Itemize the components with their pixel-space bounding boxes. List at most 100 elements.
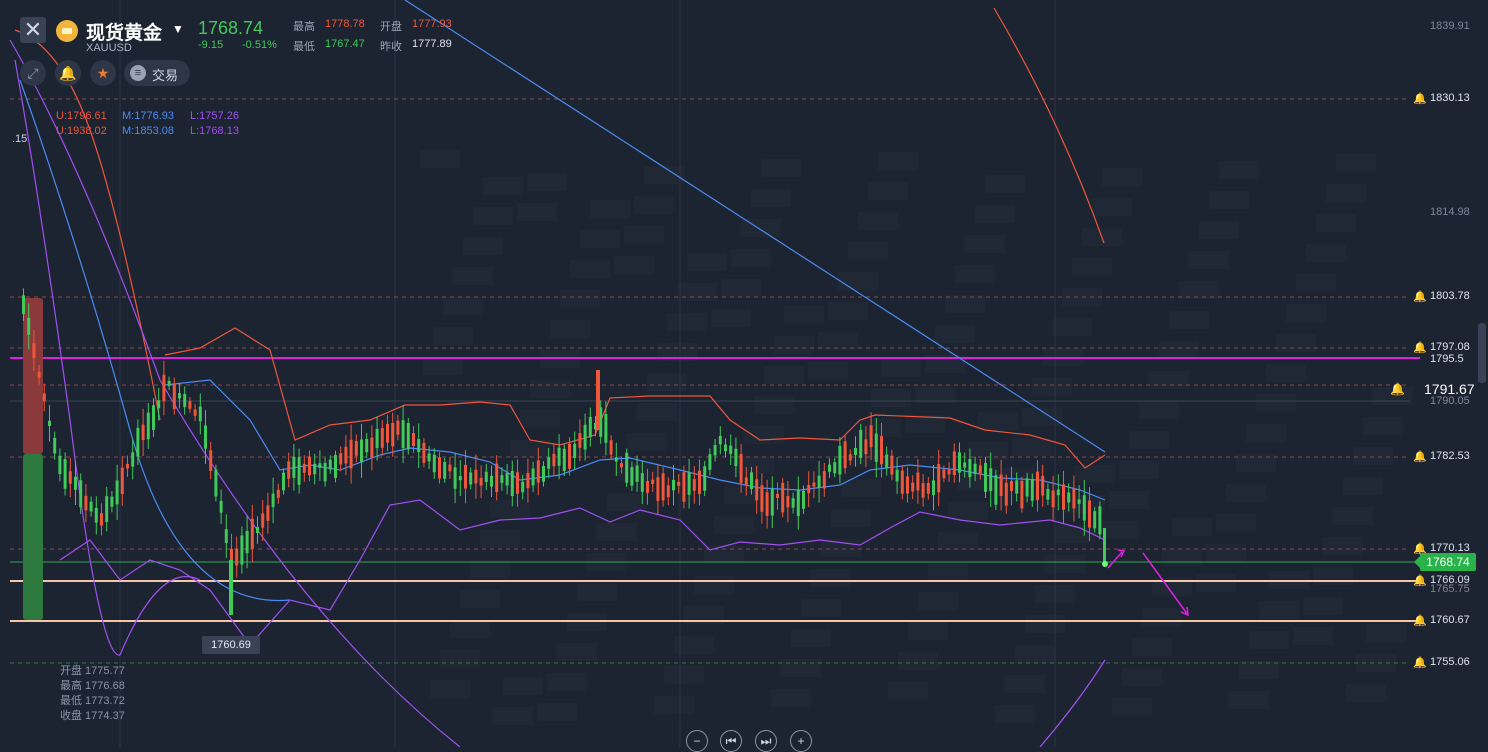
alert-bell-icon[interactable]: 🔔 <box>1413 342 1427 354</box>
caret-down-icon[interactable]: ▼ <box>172 22 184 36</box>
expand-icon[interactable]: ⤢ <box>20 60 46 86</box>
map-texture <box>440 650 480 668</box>
alert-bell-icon[interactable]: 🔔 <box>1413 291 1427 303</box>
ohlc-high: 最高 1776.68 <box>60 680 125 692</box>
candle-body <box>126 463 129 469</box>
candle-body <box>188 401 192 409</box>
candle-body <box>874 433 878 462</box>
candle-body <box>869 425 873 448</box>
trade-button[interactable]: ≡ 交易 <box>124 60 190 86</box>
candle-body <box>588 416 592 438</box>
candle-body <box>79 480 83 508</box>
map-texture <box>1072 258 1112 276</box>
candle-body <box>781 482 785 513</box>
map-texture <box>771 689 811 707</box>
candle-body <box>968 458 972 478</box>
alert-bell-icon[interactable]: 🔔 <box>1413 451 1427 463</box>
map-texture <box>868 182 908 200</box>
map-texture <box>1189 251 1229 269</box>
candle-body <box>547 457 551 469</box>
map-texture <box>607 493 647 511</box>
low-value: 1767.47 <box>325 38 365 50</box>
map-texture <box>955 265 995 283</box>
zoom-out-button[interactable]: − <box>686 730 708 752</box>
candle-body <box>1046 488 1050 500</box>
candle-body <box>536 460 540 483</box>
map-texture <box>1142 608 1182 626</box>
map-texture <box>654 696 694 714</box>
candle-body <box>240 535 244 565</box>
candle-body <box>687 472 691 495</box>
candle-body <box>131 452 135 467</box>
close-icon[interactable]: ✕ <box>20 17 46 43</box>
indicator-lower-2: L:1768.13 <box>190 125 239 137</box>
map-texture <box>1025 615 1065 633</box>
candle-body <box>167 380 171 386</box>
candle-body <box>713 444 717 456</box>
candle-body <box>796 490 800 517</box>
candle-body <box>760 485 764 512</box>
candle-body <box>984 462 987 492</box>
map-texture <box>430 680 470 698</box>
price-axis-label: 1839.91 <box>1430 20 1470 32</box>
map-texture <box>537 703 577 721</box>
alert-bell-icon[interactable]: 🔔 <box>1413 93 1427 105</box>
map-texture <box>450 620 490 638</box>
alert-bell-icon[interactable]: 🔔 <box>1413 575 1427 587</box>
candle-body <box>557 447 561 466</box>
jump-end-button[interactable]: ⏭ <box>755 730 777 752</box>
map-texture <box>694 576 734 594</box>
alert-bell-icon[interactable]: 🔔 <box>1413 615 1427 627</box>
candle-body <box>568 443 571 469</box>
map-texture <box>1246 424 1286 442</box>
candle-body <box>266 505 270 521</box>
candle-body <box>115 480 119 505</box>
candle-body <box>412 433 415 446</box>
price-axis-label: 1760.67 <box>1430 614 1470 626</box>
map-texture <box>1109 491 1149 509</box>
candle-body <box>1103 528 1106 566</box>
candle-body <box>469 472 473 485</box>
candle-body <box>666 485 670 498</box>
map-texture <box>634 196 674 214</box>
candle-body <box>308 456 311 476</box>
candle-body <box>854 447 857 455</box>
candle-body <box>1020 480 1024 509</box>
bell-icon[interactable]: 🔔 <box>1390 379 1405 399</box>
map-texture <box>1229 691 1269 709</box>
alert-bell-icon[interactable]: 🔔 <box>1413 657 1427 669</box>
candle-body <box>1082 495 1086 521</box>
candle-body <box>42 393 46 402</box>
candle-body <box>479 477 483 486</box>
candle-body <box>386 423 389 443</box>
map-texture <box>711 309 751 327</box>
map-texture <box>838 272 878 290</box>
candle-body <box>328 459 332 470</box>
symbol-code: XAUUSD <box>86 42 132 54</box>
candle-body <box>68 471 72 484</box>
map-texture <box>443 297 483 315</box>
zoom-in-button[interactable]: + <box>790 730 812 752</box>
marked-price[interactable]: 🔔 1791.67 <box>1390 379 1480 399</box>
candle-body <box>339 453 343 465</box>
symbol-name[interactable]: 现货黄金 <box>86 18 162 45</box>
map-texture <box>627 433 667 451</box>
candle-body <box>1051 490 1055 508</box>
chart-stage[interactable]: ✕ 现货黄金 ▼ XAUUSD 1768.74 -9.15 -0.51% 最高 … <box>0 0 1488 752</box>
map-texture <box>761 159 801 177</box>
map-texture <box>1012 438 1052 456</box>
map-texture <box>1336 154 1376 172</box>
candle-body <box>661 473 665 501</box>
candle-body <box>1088 500 1091 528</box>
candle-body <box>198 406 202 422</box>
map-texture <box>978 412 1018 430</box>
candle-body <box>458 476 462 481</box>
jump-start-button[interactable]: ⏮ <box>720 730 742 752</box>
star-icon[interactable]: ★ <box>90 60 116 86</box>
map-texture <box>1015 645 1055 663</box>
map-texture <box>1293 627 1333 645</box>
candle-body <box>906 476 909 494</box>
map-texture <box>1159 341 1199 359</box>
candle-body <box>360 439 363 463</box>
bell-icon[interactable]: 🔔 <box>55 60 81 86</box>
